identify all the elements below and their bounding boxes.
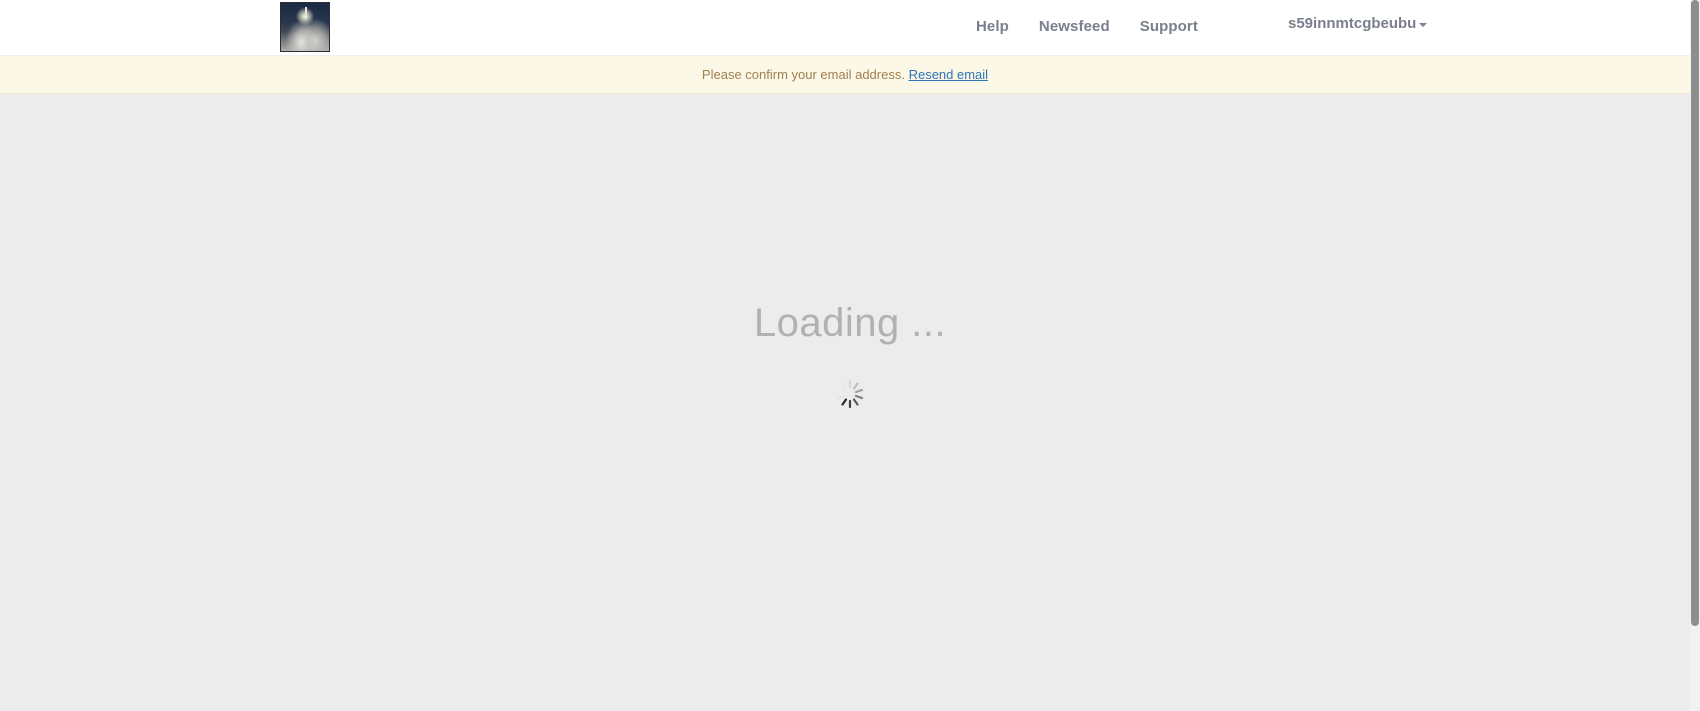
logo[interactable]: [280, 2, 330, 52]
alert-message: Please confirm your email address.: [701, 67, 905, 82]
loading-text: Loading ...: [753, 301, 947, 345]
main-nav: Help Newsfeed Support: [976, 18, 1198, 35]
chevron-down-icon: [1419, 22, 1428, 27]
loading-spinner-icon: [836, 379, 864, 409]
username: s59innmtcgbeubu: [1288, 15, 1417, 32]
nav-support-link[interactable]: Support: [1140, 18, 1198, 35]
scrollbar-thumb[interactable]: [1691, 0, 1699, 626]
resend-email-link[interactable]: Resend email: [909, 67, 989, 82]
nav-help-link[interactable]: Help: [976, 18, 1009, 35]
vertical-scrollbar[interactable]: [1690, 0, 1700, 711]
top-navbar: Help Newsfeed Support s59innmtcgbeubu: [0, 0, 1690, 56]
nav-newsfeed-link[interactable]: Newsfeed: [1039, 18, 1110, 35]
page: Help Newsfeed Support s59innmtcgbeubu Pl…: [0, 0, 1700, 711]
email-confirmation-alert: Please confirm your email address. Resen…: [0, 56, 1690, 94]
user-menu-toggle[interactable]: s59innmtcgbeubu: [1288, 15, 1428, 32]
